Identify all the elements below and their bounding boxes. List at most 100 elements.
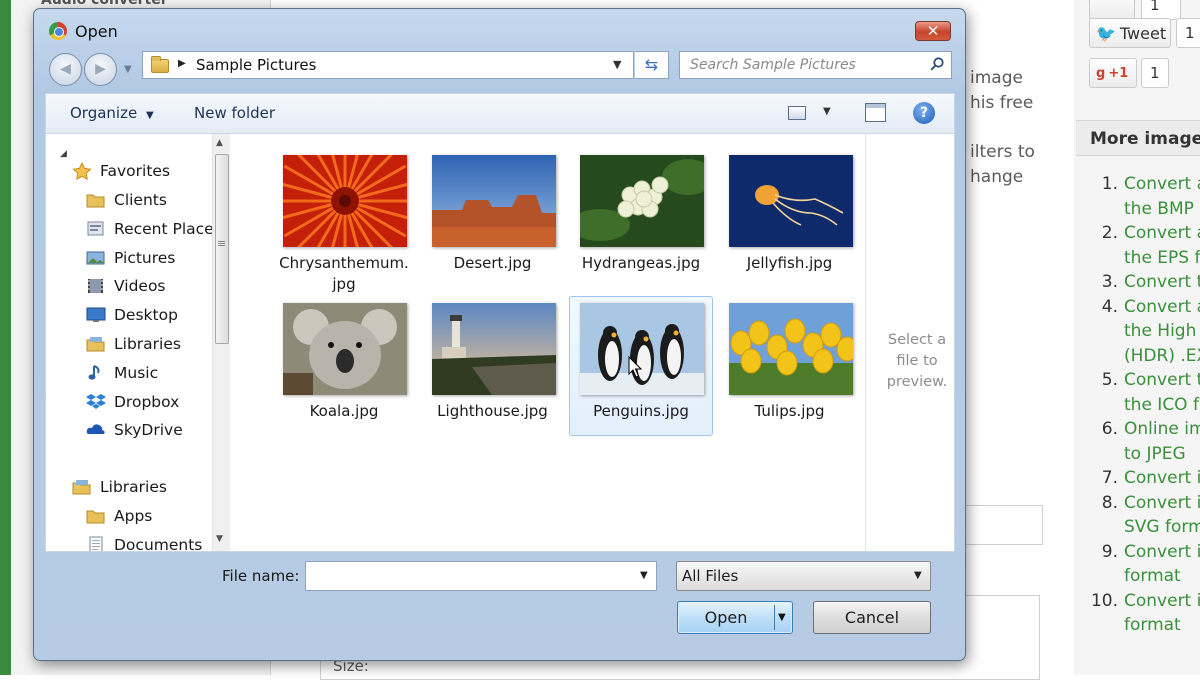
more-images-list-item[interactable]: 5. Convert t (1090, 368, 1200, 393)
address-bar[interactable]: ▶ Sample Pictures ▼ (142, 51, 634, 79)
more-images-list-item[interactable]: format (1090, 613, 1200, 638)
refresh-button[interactable]: ⇆ (635, 51, 669, 79)
file-item[interactable]: Jellyfish.jpg (718, 148, 862, 288)
folder-icon (86, 507, 106, 525)
background-input-box[interactable] (960, 505, 1043, 545)
more-images-link[interactable]: Convert i (1124, 540, 1200, 565)
sidebar-item-apps[interactable]: Apps (86, 503, 152, 529)
more-images-list-item[interactable]: 7. Convert i (1090, 466, 1200, 491)
sidebar-item-dropbox[interactable]: Dropbox (86, 389, 179, 415)
nav-libraries-header[interactable]: Libraries (72, 474, 167, 500)
chrome-icon (49, 22, 67, 40)
search-icon[interactable] (930, 57, 944, 71)
file-type-filter[interactable]: All Files ▼ (676, 561, 931, 591)
more-images-link[interactable]: Convert i (1124, 491, 1200, 516)
breadcrumb-current-folder[interactable]: Sample Pictures (196, 56, 316, 74)
more-images-list-item[interactable]: format (1090, 564, 1200, 589)
more-images-link[interactable]: format (1124, 564, 1181, 589)
nav-favorites-header[interactable]: Favorites (72, 158, 170, 184)
file-item[interactable]: Hydrangeas.jpg (569, 148, 713, 288)
back-button[interactable]: ◀ (49, 53, 82, 86)
more-images-list-item[interactable]: 2. Convert a (1090, 221, 1200, 246)
more-images-link[interactable]: SVG form (1124, 515, 1200, 540)
dialog-title-bar[interactable]: Open ✕ (34, 9, 965, 43)
search-input[interactable] (680, 52, 925, 78)
preview-pane-divider[interactable] (865, 134, 866, 551)
more-images-link[interactable]: Convert t (1124, 368, 1200, 393)
file-item[interactable]: Koala.jpg (272, 296, 416, 436)
open-button[interactable]: Open ▼ (677, 601, 793, 634)
file-name-input[interactable] (308, 564, 618, 588)
preview-pane-icon[interactable] (865, 103, 886, 122)
more-images-link[interactable]: the High (1124, 319, 1196, 344)
more-images-list-item[interactable]: 8. Convert i (1090, 491, 1200, 516)
more-images-list-item[interactable]: 1. Convert a (1090, 172, 1200, 197)
scrollbar-thumb[interactable] (215, 154, 229, 344)
more-images-list-item[interactable]: 9. Convert i (1090, 540, 1200, 565)
nav-item-label: Dropbox (114, 392, 180, 411)
file-item[interactable]: Desert.jpg (421, 148, 565, 288)
close-button[interactable]: ✕ (915, 21, 951, 41)
organize-menu[interactable]: Organize ▼ (70, 104, 154, 122)
tweet-button[interactable]: 🐦 Tweet (1089, 18, 1171, 48)
scroll-up-icon[interactable]: ▲ (216, 138, 223, 148)
more-images-list-item[interactable]: 6. Online im (1090, 417, 1200, 442)
breadcrumb-arrow-icon[interactable]: ▶ (178, 58, 186, 69)
libraries-icon (86, 335, 106, 353)
change-view-icon[interactable] (788, 106, 806, 120)
sidebar-item-desktop[interactable]: Desktop (86, 302, 178, 328)
more-images-list-item[interactable]: (HDR) .EX (1090, 344, 1200, 369)
file-name-field[interactable]: ▼ (305, 561, 657, 591)
more-images-link[interactable]: the ICO f (1124, 393, 1199, 418)
address-dropdown-icon[interactable]: ▼ (613, 58, 621, 71)
google-plus-one-button[interactable]: g +1 (1089, 58, 1137, 88)
more-images-link[interactable]: the EPS f (1124, 246, 1200, 271)
sidebar-item-recent-places[interactable]: Recent Places (86, 216, 222, 242)
more-images-list-item[interactable]: the ICO f (1090, 393, 1200, 418)
sidebar-item-libraries[interactable]: Libraries (86, 331, 181, 357)
recent-places-icon (86, 220, 106, 238)
sidebar-item-videos[interactable]: Videos (86, 273, 166, 299)
navigation-scrollbar[interactable]: ▲ ▼ (212, 134, 230, 551)
more-images-list-item[interactable]: SVG form (1090, 515, 1200, 540)
open-options-dropdown-icon[interactable]: ▼ (778, 602, 786, 633)
more-images-link[interactable]: Convert t (1124, 270, 1200, 295)
more-images-list-item[interactable]: the EPS f (1090, 246, 1200, 271)
more-images-list-item[interactable]: to JPEG (1090, 442, 1200, 467)
file-item[interactable]: Lighthouse.jpg (421, 296, 565, 436)
more-images-link[interactable]: Convert a (1124, 221, 1200, 246)
new-folder-button[interactable]: New folder (194, 104, 275, 122)
more-images-link[interactable]: format (1124, 613, 1181, 638)
more-images-link[interactable]: Convert i (1124, 589, 1200, 614)
more-images-link[interactable]: to JPEG (1124, 442, 1186, 467)
sidebar-item-pictures[interactable]: Pictures (86, 245, 175, 271)
file-item[interactable]: Tulips.jpg (718, 296, 862, 436)
more-images-link[interactable]: Online im (1124, 417, 1200, 442)
sidebar-item-music[interactable]: Music (86, 360, 158, 386)
search-box[interactable] (679, 51, 952, 79)
back-arrow-icon: ◀ (60, 61, 71, 77)
more-images-link[interactable]: Convert a (1124, 295, 1200, 320)
more-images-list-item[interactable]: the BMP (1090, 197, 1200, 222)
sidebar-item-skydrive[interactable]: SkyDrive (86, 417, 183, 443)
cancel-button[interactable]: Cancel (813, 601, 931, 634)
more-images-link[interactable]: (HDR) .EX (1124, 344, 1200, 369)
help-icon[interactable]: ? (913, 102, 935, 124)
more-images-link[interactable]: the BMP (1124, 197, 1194, 222)
sidebar-item-documents[interactable]: Documents (86, 532, 202, 551)
scroll-down-icon[interactable]: ▼ (216, 534, 223, 544)
forward-button[interactable]: ▶ (84, 53, 117, 86)
more-images-list-item[interactable]: 10. Convert i (1090, 589, 1200, 614)
more-images-link[interactable]: Convert a (1124, 172, 1200, 197)
more-images-list-item[interactable]: 3. Convert t (1090, 270, 1200, 295)
more-images-list-item[interactable]: 4. Convert a (1090, 295, 1200, 320)
view-options-dropdown[interactable]: ▼ (823, 106, 831, 117)
file-item[interactable]: Chrysanthemum. jpg (272, 148, 416, 293)
recent-locations-dropdown[interactable]: ▼ (124, 64, 132, 75)
collapse-arrow-icon[interactable]: ◢ (60, 149, 67, 159)
sidebar-item-clients[interactable]: Clients (86, 187, 167, 213)
more-images-list-item[interactable]: the High (1090, 319, 1200, 344)
facebook-like-button[interactable] (1089, 0, 1135, 20)
file-name-dropdown-icon[interactable]: ▼ (640, 570, 648, 581)
more-images-link[interactable]: Convert i (1124, 466, 1200, 491)
